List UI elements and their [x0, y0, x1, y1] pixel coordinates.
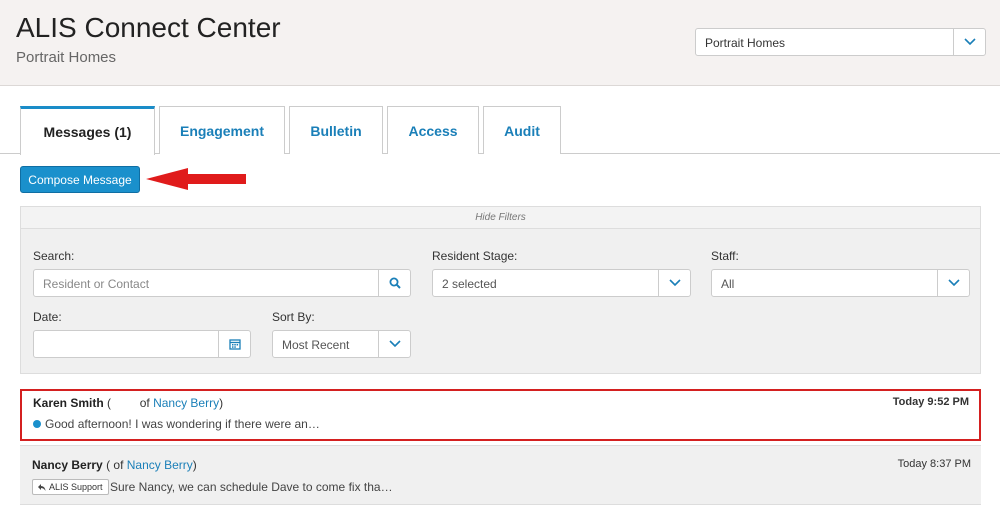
- annotation-arrow: [146, 168, 246, 190]
- reply-tag: ALIS Support: [32, 479, 109, 495]
- of-text: of: [139, 396, 150, 410]
- sort-by-value: Most Recent: [282, 338, 350, 352]
- page-header: ALIS Connect Center Portrait Homes Portr…: [0, 0, 1000, 86]
- community-select[interactable]: Portrait Homes: [695, 28, 986, 56]
- app-subtitle: Portrait Homes: [16, 49, 117, 66]
- tab-audit[interactable]: Audit: [483, 106, 561, 154]
- message-sender-line: Nancy Berry ( of Nancy Berry): [32, 458, 197, 472]
- staff-label: Staff:: [711, 249, 739, 263]
- resident-stage-select[interactable]: 2 selected: [432, 269, 691, 297]
- tab-bar: Messages (1) Engagement Bulletin Access …: [0, 106, 1000, 155]
- tab-engagement[interactable]: Engagement: [159, 106, 285, 154]
- chevron-down-icon[interactable]: [658, 270, 690, 296]
- resident-stage-label: Resident Stage:: [432, 249, 518, 263]
- message-time: Today 9:52 PM: [892, 396, 969, 408]
- message-item[interactable]: Karen Smith ( of Nancy Berry) Today 9:52…: [20, 389, 981, 441]
- date-input[interactable]: [33, 330, 251, 358]
- unread-dot-icon: [33, 420, 41, 428]
- community-select-value: Portrait Homes: [705, 36, 786, 50]
- sender-name: Karen Smith: [33, 396, 104, 410]
- date-label: Date:: [33, 310, 62, 324]
- paren-close: ): [219, 396, 224, 410]
- paren-close: ): [192, 458, 197, 472]
- preview-text: Good afternoon! I was wondering if there…: [45, 417, 320, 431]
- tab-bulletin[interactable]: Bulletin: [289, 106, 383, 154]
- message-item[interactable]: Nancy Berry ( of Nancy Berry) Today 8:37…: [20, 445, 981, 505]
- staff-value: All: [721, 277, 735, 291]
- search-icon[interactable]: [378, 270, 410, 296]
- resident-stage-value: 2 selected: [442, 277, 497, 291]
- calendar-icon[interactable]: [218, 331, 250, 357]
- message-time: Today 8:37 PM: [897, 458, 971, 470]
- staff-select[interactable]: All: [711, 269, 970, 297]
- compose-message-button[interactable]: Compose Message: [20, 166, 140, 193]
- resident-link[interactable]: Nancy Berry: [153, 396, 219, 410]
- tab-access[interactable]: Access: [387, 106, 479, 154]
- chevron-down-icon[interactable]: [378, 331, 410, 357]
- reply-icon: [38, 483, 46, 491]
- tab-messages[interactable]: Messages (1): [20, 106, 155, 155]
- resident-link[interactable]: Nancy Berry: [127, 458, 193, 472]
- chevron-down-icon[interactable]: [953, 29, 985, 55]
- message-preview: Good afternoon! I was wondering if there…: [33, 417, 320, 431]
- sort-by-label: Sort By:: [272, 310, 315, 324]
- search-label: Search:: [33, 249, 75, 263]
- sender-name: Nancy Berry: [32, 458, 103, 472]
- app-title: ALIS Connect Center: [16, 12, 281, 43]
- hide-filters-toggle[interactable]: Hide Filters: [21, 207, 980, 229]
- search-input[interactable]: Resident or Contact: [33, 269, 411, 297]
- chevron-down-icon[interactable]: [937, 270, 969, 296]
- search-placeholder: Resident or Contact: [43, 277, 150, 291]
- paren-open: (: [107, 396, 112, 410]
- reply-tag-label: ALIS Support: [49, 482, 103, 492]
- paren-open: ( of: [106, 458, 124, 472]
- message-preview: Sure Nancy, we can schedule Dave to come…: [110, 480, 393, 494]
- sort-by-select[interactable]: Most Recent: [272, 330, 411, 358]
- message-sender-line: Karen Smith ( of Nancy Berry): [33, 396, 223, 410]
- filters-panel: Hide Filters Search: Resident or Contact…: [20, 206, 981, 374]
